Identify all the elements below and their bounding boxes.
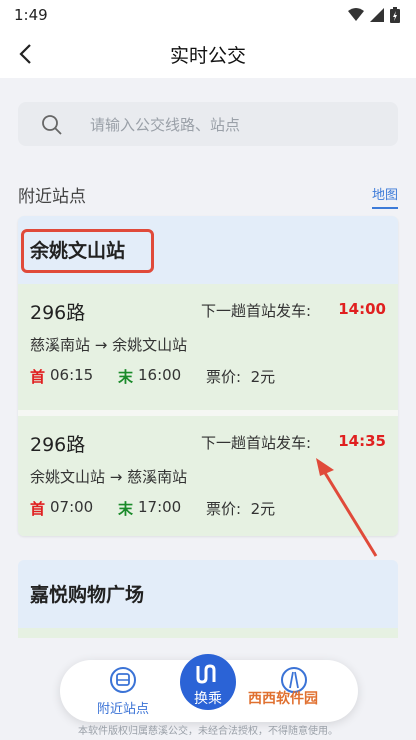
page-title: 实时公交: [169, 45, 246, 67]
last-bus-mark: 末: [118, 368, 134, 386]
station-name: 嘉悦购物广场: [30, 584, 145, 606]
last-bus-time: 16:00: [138, 366, 182, 384]
status-bar: 1:49: [0, 0, 416, 30]
route-item[interactable]: 296路 下一趟首站发车: 14:00 慈溪南站 → 余姚文山站 首 06:15…: [18, 284, 398, 410]
map-link[interactable]: 地图: [371, 184, 398, 209]
tab-transfer-label: 换乘: [194, 691, 222, 707]
tab-nearby-stations[interactable]: 附近站点: [88, 666, 158, 717]
first-bus-time: 06:15: [50, 366, 94, 384]
station-header[interactable]: 余姚文山站: [18, 216, 398, 284]
first-bus-time: 07:00: [50, 498, 94, 516]
tab-transfer[interactable]: 换乘: [180, 654, 236, 710]
last-bus-mark: 末: [118, 500, 134, 518]
search-icon: [42, 115, 62, 135]
fare: 票价: 2元: [206, 498, 275, 519]
bus-stop-icon: [110, 667, 136, 693]
search-placeholder: 请输入公交线路、站点: [90, 116, 241, 134]
battery-icon: [390, 7, 400, 23]
route-item[interactable]: 296路 下一趟首站发车: 14:35 余姚文山站 → 慈溪南站 首 07:00…: [18, 410, 398, 536]
watermark-logo: 西西软件园: [248, 691, 318, 707]
last-bus-time: 17:00: [138, 498, 182, 516]
fare-value: 2元: [250, 368, 276, 386]
footer-copyright: 本软件版权归属慈溪公交，未经合法授权，不得随意使用。: [78, 726, 338, 737]
route-direction: 余姚文山站 → 慈溪南站: [30, 468, 188, 486]
fare: 票价: 2元: [206, 366, 275, 387]
route-item[interactable]: [18, 628, 398, 638]
signal-icon: [370, 8, 384, 22]
first-bus-mark: 首: [30, 368, 46, 386]
route-number: 296路: [30, 302, 86, 324]
first-bus-mark: 首: [30, 500, 46, 518]
main-content: 请输入公交线路、站点 附近站点 地图 余姚文山站 296路 下一趟首站发车: 1…: [0, 78, 416, 638]
fare-value: 2元: [250, 500, 276, 518]
next-departure-label: 下一趟首站发车:: [201, 302, 312, 320]
status-time: 1:49: [14, 6, 48, 24]
highlight-box: [21, 229, 154, 273]
next-departure-time: 14:00: [338, 300, 386, 318]
nearby-stations-heading: 附近站点: [18, 187, 86, 207]
fare-label: 票价:: [206, 500, 242, 518]
route-direction: 慈溪南站 → 余姚文山站: [30, 336, 188, 354]
route-number: 296路: [30, 434, 86, 456]
wifi-icon: [348, 8, 364, 21]
status-icons: [348, 7, 400, 23]
next-departure-label: 下一趟首站发车:: [201, 434, 312, 452]
transfer-icon: [196, 664, 216, 684]
tab-nearby-label: 附近站点: [96, 702, 149, 717]
station-card[interactable]: 余姚文山站 296路 下一趟首站发车: 14:00 慈溪南站 → 余姚文山站 首…: [18, 216, 398, 536]
fare-label: 票价:: [206, 368, 242, 386]
search-input[interactable]: 请输入公交线路、站点: [18, 102, 398, 146]
title-bar: 实时公交: [0, 30, 416, 78]
station-card[interactable]: 嘉悦购物广场: [18, 560, 398, 638]
next-departure-time: 14:35: [338, 432, 386, 450]
